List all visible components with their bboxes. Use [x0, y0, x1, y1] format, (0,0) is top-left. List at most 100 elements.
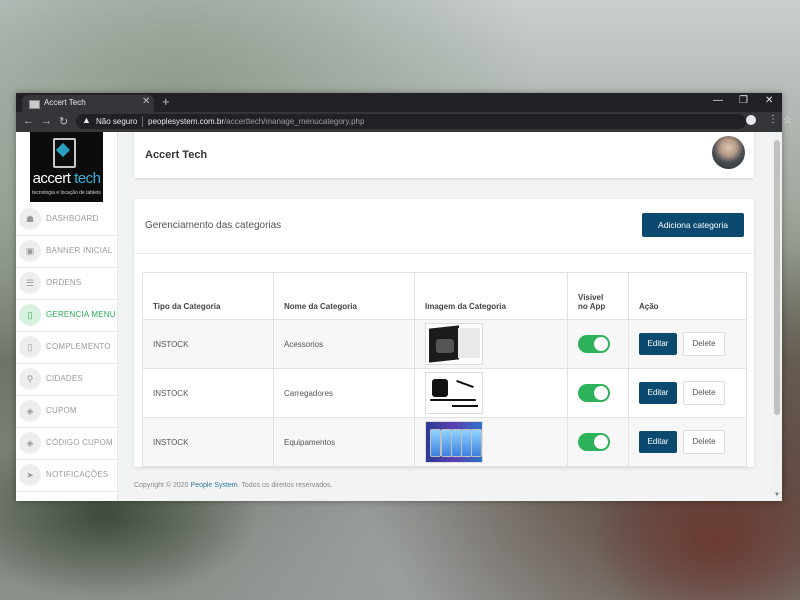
accessories-image: [425, 323, 483, 365]
cell-tipo: INSTOCK: [142, 417, 274, 467]
footer-link[interactable]: People System: [191, 482, 238, 489]
tab-title: Accert Tech: [44, 98, 86, 107]
sidebar-item-gerencia-menu[interactable]: ▯ GERENCIA MENU: [16, 299, 117, 332]
chargers-image: [425, 372, 483, 414]
delete-button[interactable]: Delete: [683, 381, 725, 405]
minimize-icon[interactable]: —: [713, 95, 723, 106]
cell-imagem: [414, 319, 568, 369]
top-header: Accert Tech: [134, 132, 754, 178]
user-avatar[interactable]: [712, 136, 745, 169]
location-icon: ⚲: [19, 368, 41, 390]
accert-tech-logo[interactable]: accert tech tecnologia e locação de tabl…: [30, 132, 103, 202]
bookmark-star-icon[interactable]: ☆: [783, 115, 792, 126]
card-divider: [134, 253, 754, 254]
cell-nome: Carregadores: [273, 368, 415, 418]
table-header-row: Tipo da Categoria Nome da Categoria Imag…: [142, 272, 747, 320]
send-icon: ➤: [19, 464, 41, 486]
scrollbar[interactable]: ▼: [772, 132, 782, 501]
url-text[interactable]: peoplesystem.com.br/accerttech/manage_me…: [148, 117, 364, 126]
sidebar-item-cupom[interactable]: ◈ CUPOM: [16, 395, 117, 428]
tablet-icon: ▯: [19, 336, 41, 358]
cell-acao: Editar Delete: [628, 417, 747, 467]
visible-toggle[interactable]: [578, 384, 610, 402]
cell-imagem: [414, 417, 568, 467]
cell-imagem: [414, 368, 568, 418]
table-row: INSTOCK Carregadores Editar Delete: [142, 368, 747, 418]
sidebar-item-código-cupom[interactable]: ◈ CÓDIGO CUPOM: [16, 427, 117, 460]
table-body: INSTOCK Acessorios Editar Delete INSTOCK Carr…: [142, 319, 747, 467]
column-header-visivel: Visível no App: [567, 272, 629, 320]
tag-icon: ◈: [19, 432, 41, 454]
cell-tipo: INSTOCK: [142, 368, 274, 418]
sidebar-item-label: ORDENS: [46, 278, 82, 287]
table-row: INSTOCK Acessorios Editar Delete: [142, 319, 747, 369]
column-header-acao: Ação: [628, 272, 747, 320]
security-label[interactable]: Não seguro: [96, 117, 137, 126]
table-row: INSTOCK Equipamentos Editar Delete: [142, 417, 747, 467]
column-header-imagem: Imagem da Categoria: [414, 272, 568, 320]
omnibox-separator: [142, 116, 143, 127]
close-window-icon[interactable]: ✕: [765, 95, 773, 106]
scroll-down-icon[interactable]: ▼: [774, 492, 780, 498]
logo-wordmark-white: accert: [32, 170, 75, 187]
sidebar-item-notificações[interactable]: ➤ NOTIFICAÇÕES: [16, 459, 117, 492]
new-tab-icon[interactable]: +: [162, 94, 170, 109]
sidebar-item-cidades[interactable]: ⚲ CIDADES: [16, 363, 117, 396]
restore-icon[interactable]: ❐: [739, 95, 748, 106]
profile-icon[interactable]: [746, 115, 756, 125]
forward-icon[interactable]: →: [41, 115, 52, 127]
tab-close-icon[interactable]: ✕: [142, 96, 150, 107]
warning-icon[interactable]: ▲: [82, 115, 91, 125]
logo-wordmark-blue: tech: [74, 170, 101, 187]
devices-image: [425, 421, 483, 463]
header-title: Accert Tech: [145, 149, 208, 161]
sidebar: accert tech tecnologia e locação de tabl…: [16, 132, 118, 501]
cell-visivel: [567, 319, 629, 369]
tablet-icon: ▯: [19, 304, 41, 326]
address-toolbar: ← → ↻ ▲ Não seguro peoplesystem.com.br/a…: [16, 112, 792, 132]
column-header-nome: Nome da Categoria: [273, 272, 415, 320]
footer-suffix: . Todos os direitos reservados.: [237, 482, 333, 489]
sidebar-item-banner-inicial[interactable]: ▣ BANNER INICIAL: [16, 235, 117, 268]
toggle-knob: [594, 435, 608, 449]
column-header-visivel-line1: Visível: [578, 293, 604, 302]
sidebar-item-label: COMPLEMENTO: [46, 342, 111, 351]
edit-button[interactable]: Editar: [639, 431, 677, 453]
cell-visivel: [567, 417, 629, 467]
back-icon[interactable]: ←: [23, 115, 34, 127]
sidebar-item-ordens[interactable]: ☰ ORDENS: [16, 267, 117, 300]
sidebar-item-complemento[interactable]: ▯ COMPLEMENTO: [16, 331, 117, 364]
logo-tagline: tecnologia e locação de tablets: [32, 190, 101, 196]
sidebar-item-label: NOTIFICAÇÕES: [46, 470, 109, 479]
add-category-button[interactable]: Adiciona categoria: [642, 213, 744, 237]
page-title: Gerenciamento das categorias: [145, 220, 282, 231]
edit-button[interactable]: Editar: [639, 333, 677, 355]
column-header-visivel-line2: no App: [578, 302, 606, 311]
delete-button[interactable]: Delete: [683, 332, 725, 356]
sidebar-item-label: BANNER INICIAL: [46, 246, 113, 255]
delete-button[interactable]: Delete: [683, 430, 725, 454]
footer-prefix: Copyright © 2020: [134, 482, 191, 489]
reload-icon[interactable]: ↻: [59, 115, 68, 128]
image-icon: ▣: [19, 240, 41, 262]
browser-menu-icon[interactable]: ⋮: [768, 114, 778, 125]
sidebar-item-label: CUPOM: [46, 406, 77, 415]
toggle-knob: [594, 386, 608, 400]
url-host: peoplesystem.com.br: [148, 117, 225, 126]
logo-wordmark: accert tech: [32, 170, 101, 187]
cell-visivel: [567, 368, 629, 418]
address-bar[interactable]: ▲ Não seguro peoplesystem.com.br/accertt…: [76, 114, 792, 129]
edit-button[interactable]: Editar: [639, 382, 677, 404]
cell-nome: Acessorios: [273, 319, 415, 369]
visible-toggle[interactable]: [578, 433, 610, 451]
cell-tipo: INSTOCK: [142, 319, 274, 369]
categories-card: Gerenciamento das categorias Adiciona ca…: [134, 199, 754, 467]
visible-toggle[interactable]: [578, 335, 610, 353]
browser-tab[interactable]: Accert Tech ✕: [22, 95, 154, 112]
cell-acao: Editar Delete: [628, 368, 747, 418]
sidebar-item-dashboard[interactable]: ☗ DASHBOARD: [16, 203, 117, 236]
sidebar-item-label: GERENCIA MENU: [46, 310, 116, 319]
cell-acao: Editar Delete: [628, 319, 747, 369]
scrollbar-thumb[interactable]: [774, 140, 780, 415]
browser-window: Accert Tech ✕ + — ❐ ✕ ← → ↻ ▲ Não seguro…: [16, 93, 792, 501]
